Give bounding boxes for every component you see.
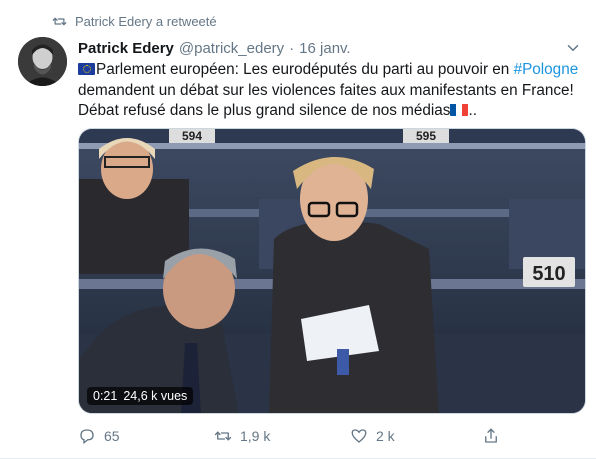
- like-count: 2 k: [376, 428, 395, 444]
- tweet-header: Patrick Edery @patrick_edery · 16 janv.: [78, 38, 582, 58]
- tweet-text-part1: Parlement européen: Les eurodéputés du p…: [96, 61, 514, 78]
- share-icon: [485, 428, 497, 443]
- heart-icon: [351, 429, 367, 443]
- seat-label: 510: [532, 263, 565, 285]
- reply-count: 65: [104, 428, 120, 444]
- share-button[interactable]: [482, 424, 500, 448]
- avatar[interactable]: [18, 37, 67, 86]
- reply-icon: [80, 429, 94, 445]
- tweet-text-part3: ..: [468, 102, 477, 119]
- video-duration: 0:21: [93, 389, 118, 403]
- retweet-icon: [214, 431, 232, 441]
- retweet-icon: [52, 17, 67, 25]
- hashtag-link[interactable]: #Pologne: [514, 61, 579, 78]
- like-button[interactable]: 2 k: [350, 424, 395, 448]
- seat-label: 595: [416, 129, 436, 143]
- video-info-badge: 0:21 24,6 k vues: [87, 387, 194, 405]
- tweet[interactable]: Patrick Edery a retweeté Patrick Edery @…: [0, 0, 596, 459]
- author-handle[interactable]: @patrick_edery: [179, 40, 284, 57]
- tweet-text-part2: demandent un débat sur les violences fai…: [78, 81, 574, 120]
- retweet-context-text[interactable]: Patrick Edery a retweeté: [75, 14, 217, 29]
- chevron-down-icon[interactable]: [564, 39, 582, 57]
- separator-dot: ·: [289, 39, 295, 57]
- video-player[interactable]: 594 595 510 0:21 24,6 k vues: [78, 128, 586, 414]
- video-frame: 594 595 510: [79, 129, 585, 413]
- tweet-date[interactable]: 16 janv.: [299, 40, 350, 57]
- reply-button[interactable]: 65: [78, 424, 120, 448]
- author-name[interactable]: Patrick Edery: [78, 40, 174, 57]
- video-views: 24,6 k vues: [123, 389, 188, 403]
- france-flag-icon: [450, 103, 469, 116]
- eu-flag-icon: [78, 63, 95, 75]
- retweet-context: Patrick Edery a retweeté: [52, 12, 217, 30]
- tweet-text: Parlement européen: Les eurodéputés du p…: [78, 60, 586, 122]
- retweet-button[interactable]: 1,9 k: [214, 424, 270, 448]
- seat-label: 594: [182, 129, 202, 143]
- retweet-count: 1,9 k: [240, 428, 271, 444]
- tweet-actions: 65 1,9 k 2 k: [78, 424, 586, 448]
